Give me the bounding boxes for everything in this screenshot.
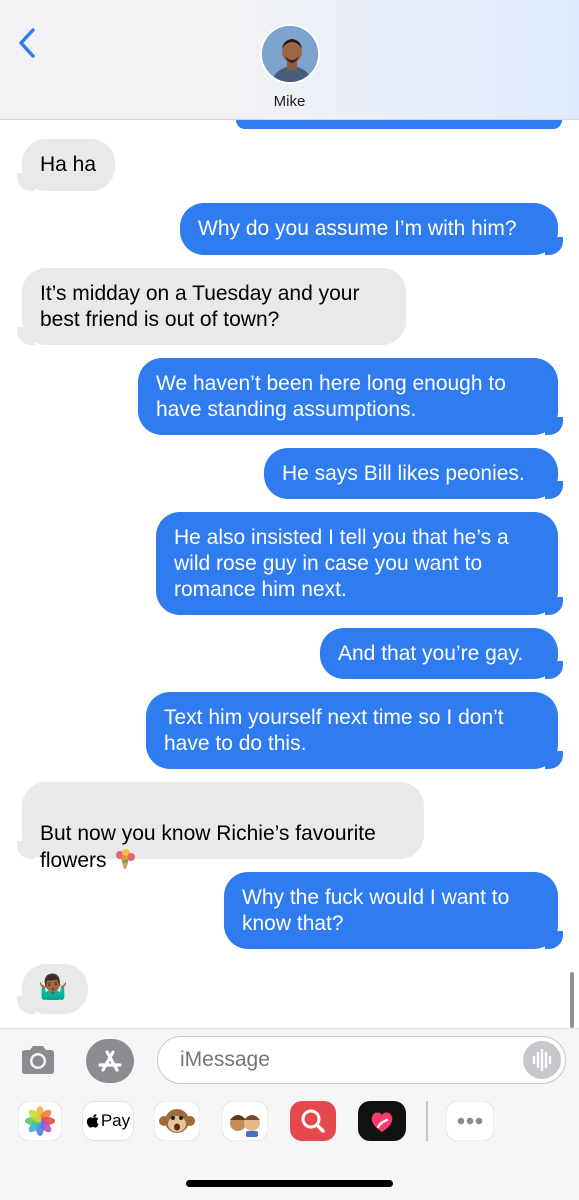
previous-sent-bubble-edge [236, 120, 562, 129]
message-received[interactable]: 🤷🏾‍♂️ [17, 964, 88, 1014]
conversation-header: Mike [0, 0, 579, 120]
message-sent[interactable]: Why do you assume I’m with him? [180, 203, 563, 255]
digital-touch-icon[interactable] [358, 1101, 406, 1141]
message-received[interactable]: It’s midday on a Tuesday and your best f… [17, 268, 406, 345]
message-sent[interactable]: Why the fuck would I want to know that? [224, 872, 563, 949]
message-sent[interactable]: He says Bill likes peonies. [264, 448, 563, 499]
audio-waveform-icon[interactable] [523, 1041, 561, 1079]
message-sent[interactable]: And that you’re gay. [320, 628, 563, 679]
message-received[interactable]: But now you know Richie’s favourite flow… [17, 782, 424, 872]
contact-name[interactable]: Mike [0, 93, 579, 110]
camera-icon[interactable] [18, 1040, 58, 1080]
message-input[interactable] [157, 1036, 566, 1084]
app-strip-divider [426, 1101, 428, 1141]
photos-icon[interactable] [18, 1101, 62, 1141]
message-text: But now you know Richie’s favourite flow… [40, 822, 376, 872]
image-search-icon[interactable] [290, 1101, 336, 1141]
apple-logo-icon [86, 1114, 99, 1128]
chevron-left-icon[interactable] [14, 26, 42, 60]
apple-pay-label: Pay [100, 1111, 131, 1130]
more-icon[interactable] [446, 1101, 494, 1141]
message-sent[interactable]: Text him yourself next time so I don’t h… [146, 692, 563, 769]
memoji-stickers-icon[interactable] [222, 1101, 268, 1141]
bouquet-emoji-icon [115, 849, 135, 869]
home-indicator[interactable] [186, 1180, 393, 1187]
message-sent[interactable]: He also insisted I tell you that he’s a … [156, 512, 563, 615]
monkey-memoji-icon[interactable] [154, 1101, 200, 1141]
app-store-icon[interactable] [86, 1039, 134, 1083]
scrollbar[interactable] [570, 972, 574, 1028]
contact-avatar[interactable] [260, 24, 320, 84]
message-received[interactable]: Ha ha [17, 139, 115, 191]
apple-pay-icon[interactable]: Pay [82, 1101, 134, 1141]
message-sent[interactable]: We haven’t been here long enough to have… [138, 358, 563, 435]
